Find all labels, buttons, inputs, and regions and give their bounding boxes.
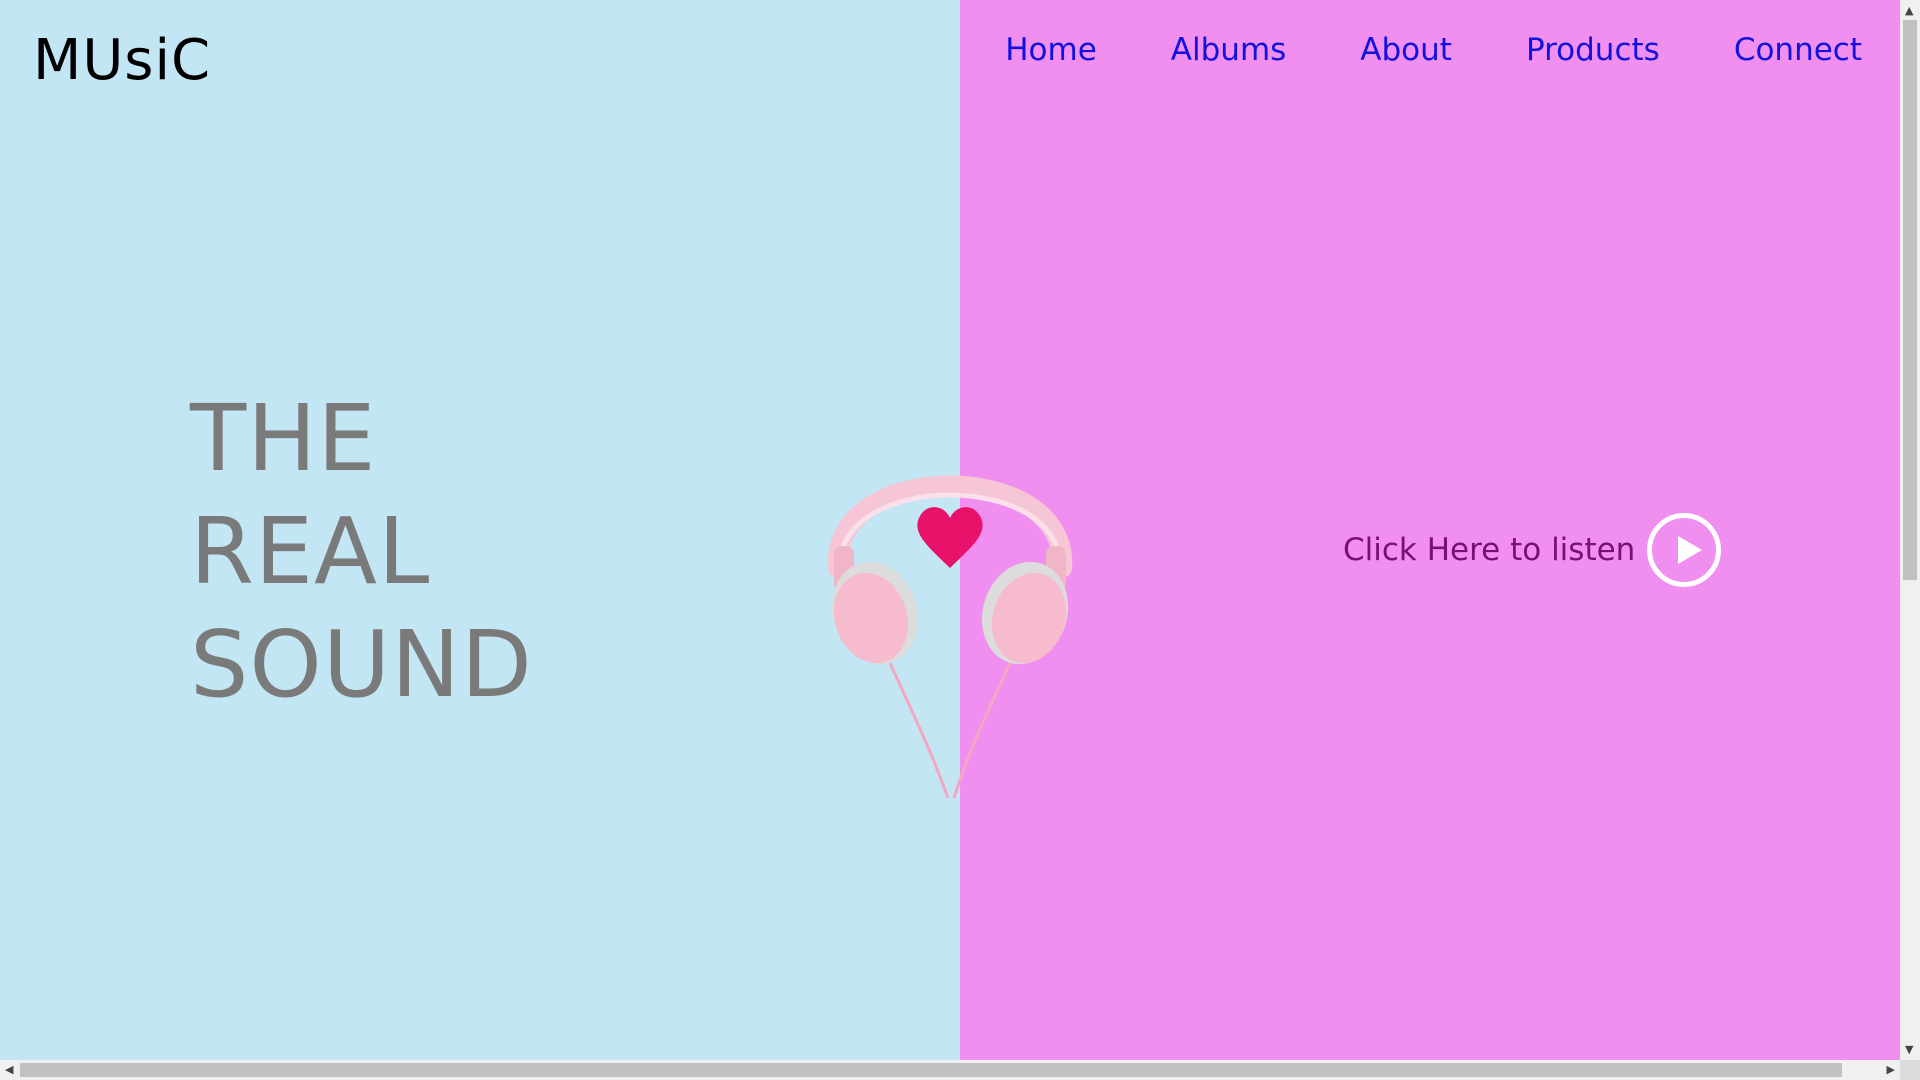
heart-icon (917, 507, 983, 568)
scrollbar-corner (1900, 1060, 1920, 1080)
scroll-up-arrow-icon[interactable]: ▲ (1905, 4, 1913, 17)
headphones-image (827, 475, 1073, 798)
main-nav: Home Albums About Products Connect (1005, 32, 1862, 68)
horizontal-scroll-thumb[interactable] (20, 1063, 1842, 1077)
hero-heading: THE REAL SOUND (190, 382, 750, 721)
listen-cta-label[interactable]: Click Here to listen (1343, 532, 1635, 568)
hero-line-2: REAL (190, 498, 431, 605)
listen-cta[interactable]: Click Here to listen (1343, 513, 1722, 587)
hero-line-3: SOUND (190, 611, 533, 718)
horizontal-scrollbar[interactable]: ◀ ▶ (0, 1060, 1900, 1080)
nav-home[interactable]: Home (1005, 32, 1097, 68)
vertical-scroll-thumb[interactable] (1903, 20, 1917, 580)
play-circle-icon[interactable] (1647, 513, 1722, 587)
nav-products[interactable]: Products (1526, 32, 1660, 68)
nav-about[interactable]: About (1360, 32, 1452, 68)
scroll-left-arrow-icon[interactable]: ◀ (5, 1063, 13, 1076)
scroll-down-arrow-icon[interactable]: ▼ (1905, 1043, 1913, 1056)
nav-connect[interactable]: Connect (1734, 32, 1862, 68)
page-viewport: MUsiC Home Albums About Products Connect… (0, 0, 1900, 1060)
nav-albums[interactable]: Albums (1171, 32, 1287, 68)
vertical-scrollbar[interactable]: ▲ ▼ (1900, 0, 1920, 1060)
site-logo[interactable]: MUsiC (33, 28, 211, 93)
scroll-right-arrow-icon[interactable]: ▶ (1887, 1063, 1895, 1076)
hero-line-1: THE (190, 385, 377, 492)
